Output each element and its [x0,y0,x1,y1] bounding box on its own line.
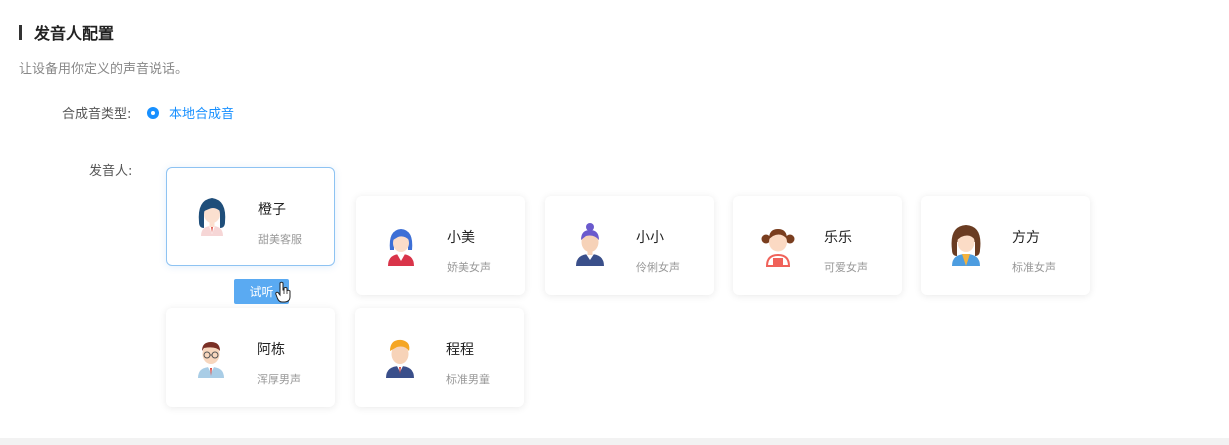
page-title: 发音人配置 [34,24,115,43]
speaker-card-fangfang[interactable]: 方方 标准女声 [921,196,1090,295]
synthesis-type-label: 合成音类型: [62,107,132,122]
radio-selected-icon[interactable] [147,106,159,119]
speaker-card-chengzi[interactable]: 橙子 甜美客服 [166,167,335,266]
speaker-card-lele[interactable]: 乐乐 可爱女声 [733,196,902,295]
speaker-desc: 标准女声 [1012,261,1056,274]
speaker-card-adong[interactable]: 阿栋 浑厚男声 [166,308,335,407]
speaker-card-xiaomei[interactable]: 小美 娇美女声 [356,196,525,295]
speaker-name: 方方 [1012,230,1040,246]
female-blue-hair-avatar-icon [388,229,414,266]
girl-bun-avatar-icon [576,223,604,266]
speaker-name: 乐乐 [824,230,852,246]
hand-pointer-icon [275,281,291,303]
section-header: 发音人配置 [19,19,114,45]
speaker-name: 程程 [446,342,474,358]
speaker-card-chengcheng[interactable]: 程程 标准男童 [355,308,524,407]
boy-blonde-avatar-icon [386,339,414,378]
speaker-desc: 伶俐女声 [636,261,680,274]
speaker-name: 小小 [636,230,664,246]
girl-pigtails-avatar-icon [761,229,795,267]
bottom-strip [0,438,1229,445]
speaker-card-xiaoxiao[interactable]: 小小 伶俐女声 [545,196,714,295]
speaker-name: 橙子 [258,202,286,218]
speaker-desc: 可爱女声 [824,261,868,274]
woman-brown-hair-avatar-icon [951,225,981,266]
man-glasses-avatar-icon [198,342,224,378]
speaker-desc: 浑厚男声 [257,373,301,386]
speaker-name: 阿栋 [257,342,285,358]
speaker-name: 小美 [447,230,475,246]
section-description: 让设备用你定义的声音说话。 [19,62,189,77]
speaker-desc: 娇美女声 [447,261,491,274]
speaker-desc: 甜美客服 [258,233,302,246]
title-bar-mark [19,24,22,40]
synthesis-option-local[interactable]: 本地合成音 [147,103,234,122]
speaker-desc: 标准男童 [446,373,490,386]
speaker-label: 发音人: [89,164,133,179]
female-long-hair-avatar-icon [198,198,226,236]
synthesis-option-label[interactable]: 本地合成音 [169,103,234,122]
